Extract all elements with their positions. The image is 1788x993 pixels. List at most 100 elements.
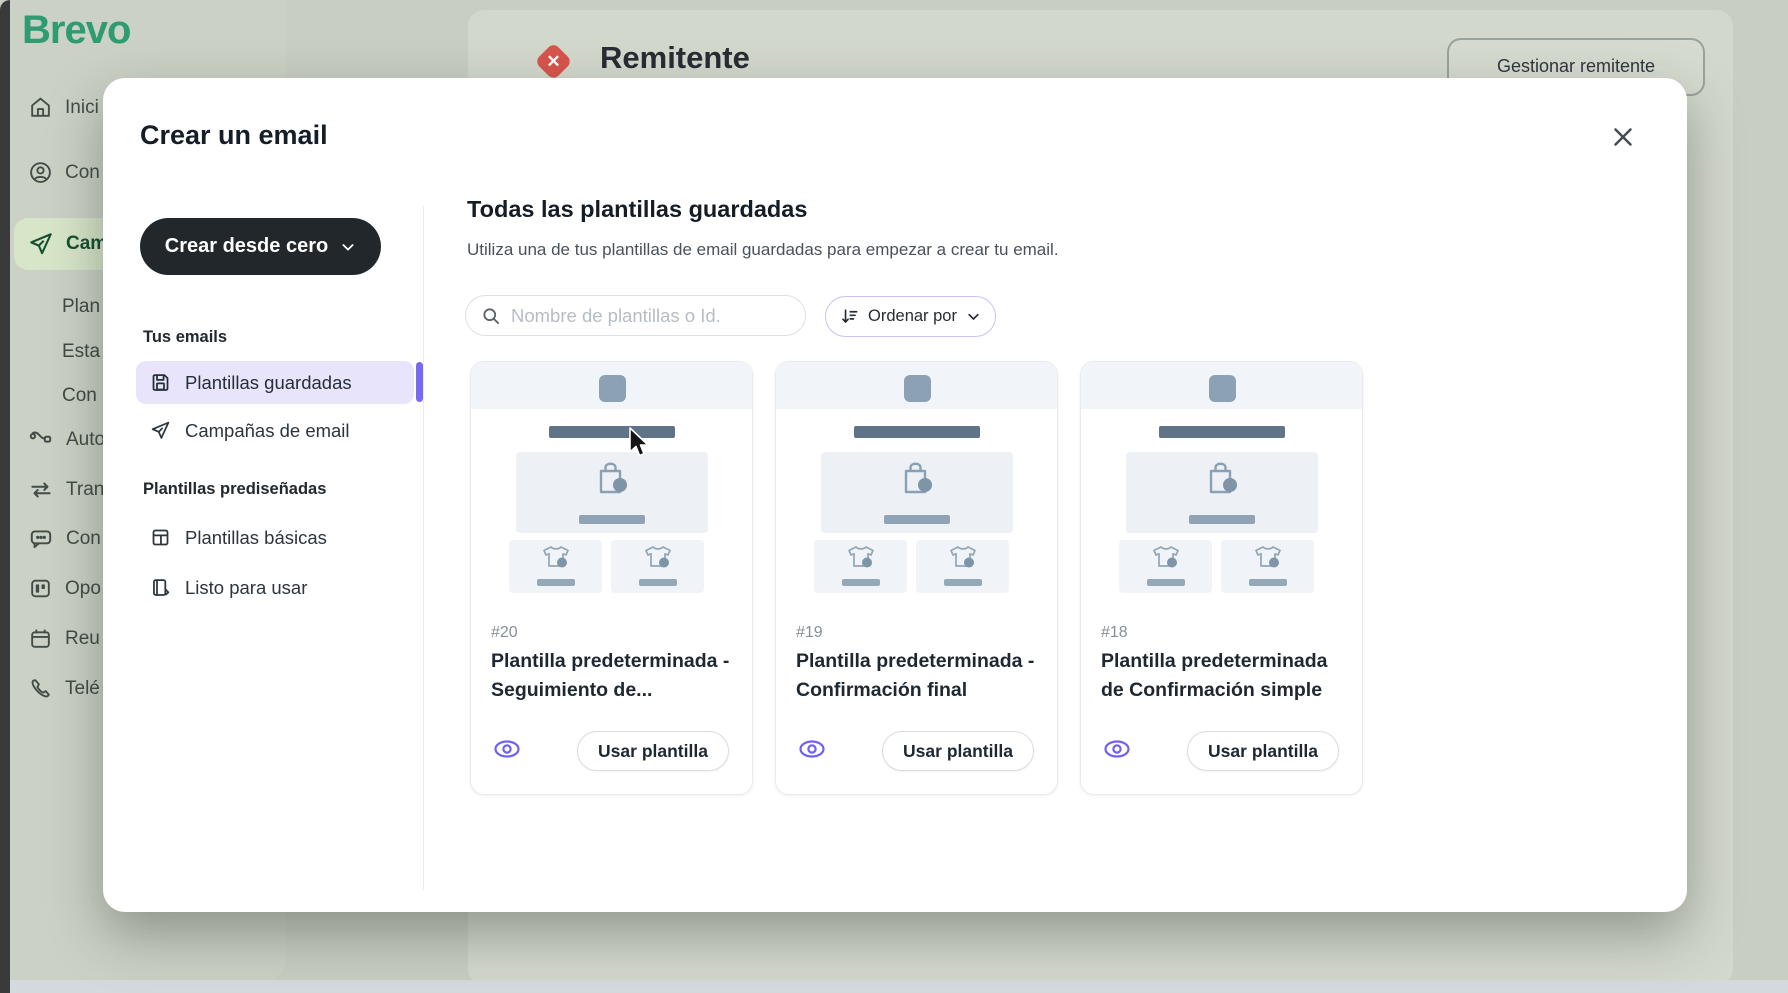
sidebar-item-telefono[interactable]: Telé bbox=[28, 676, 100, 701]
shopping-bag-icon bbox=[599, 462, 627, 494]
chevron-down-icon bbox=[968, 313, 979, 320]
template-card[interactable]: #18 Plantilla predeterminada de Confirma… bbox=[1080, 361, 1363, 795]
contacts-icon bbox=[30, 162, 51, 183]
brevo-logo[interactable]: Brevo bbox=[22, 8, 131, 53]
panel-item-label: Plantillas básicas bbox=[185, 526, 327, 548]
content-subheading: Utiliza una de tus plantillas de email g… bbox=[467, 240, 1059, 259]
sidebar-item-automatizaciones[interactable]: Auto bbox=[28, 427, 105, 453]
section-heading-tus-emails: Tus emails bbox=[143, 328, 228, 346]
chevron-down-icon bbox=[342, 243, 354, 251]
window-frame-edge bbox=[0, 0, 10, 993]
tshirt-icon bbox=[847, 546, 874, 568]
deals-icon bbox=[31, 579, 50, 598]
sidebar-item-conversaciones[interactable]: Con bbox=[28, 526, 101, 552]
sidebar-item-label: Tran bbox=[66, 479, 105, 500]
template-card[interactable]: #19 Plantilla predeterminada - Confirmac… bbox=[775, 361, 1058, 795]
sidebar-item-label: Opo bbox=[65, 577, 101, 599]
tshirt-icon bbox=[1254, 546, 1281, 568]
thumbnail-caption-bar bbox=[883, 515, 950, 524]
thumbnail-caption-bar bbox=[578, 515, 645, 524]
sidebar-item-contactos[interactable]: Con bbox=[28, 160, 100, 185]
thumbnail-header bbox=[1081, 362, 1362, 409]
saved-template-icon bbox=[152, 374, 169, 391]
sidebar-subitem-plantillas[interactable]: Plan bbox=[62, 296, 100, 318]
preview-eye-button[interactable] bbox=[1103, 738, 1133, 764]
sort-by-button[interactable]: Ordenar por bbox=[825, 296, 996, 337]
use-template-button[interactable]: Usar plantilla bbox=[577, 731, 729, 771]
ready-to-use-icon bbox=[153, 579, 170, 596]
thumbnail-logo-block bbox=[1208, 375, 1236, 402]
create-email-modal: Crear un email Crear desde cero Tus emai… bbox=[103, 78, 1687, 912]
sort-icon bbox=[842, 309, 858, 323]
template-search[interactable] bbox=[465, 295, 806, 336]
panel-item-campanas-de-email[interactable]: Campañas de email bbox=[136, 409, 414, 452]
sidebar-subitem-estadisticas[interactable]: Esta bbox=[62, 341, 100, 363]
send-icon bbox=[30, 233, 52, 255]
search-input[interactable] bbox=[511, 304, 781, 327]
panel-item-label: Plantillas guardadas bbox=[185, 371, 352, 393]
close-button[interactable] bbox=[1608, 122, 1642, 156]
thumbnail-caption-bar bbox=[1248, 579, 1287, 586]
close-icon bbox=[1614, 128, 1632, 146]
template-title: Plantilla predeterminada - Confirmación … bbox=[796, 650, 1035, 701]
sidebar-item-label: Inici bbox=[65, 96, 99, 118]
shopping-bag-icon bbox=[904, 462, 932, 494]
panel-item-listo-para-usar[interactable]: Listo para usar bbox=[136, 566, 414, 609]
error-icon: ✕ bbox=[534, 42, 573, 81]
use-template-button[interactable]: Usar plantilla bbox=[882, 731, 1034, 771]
thumbnail-caption-bar bbox=[1188, 515, 1255, 524]
sidebar-item-reuniones[interactable]: Reu bbox=[28, 626, 100, 651]
section-heading-plantillas-predisenadas: Plantillas prediseñadas bbox=[143, 480, 327, 498]
thumbnail-logo-block bbox=[903, 375, 931, 402]
create-from-scratch-label: Crear desde cero bbox=[164, 235, 329, 257]
shopping-bag-icon bbox=[1209, 462, 1237, 494]
content-heading: Todas las plantillas guardadas bbox=[467, 196, 808, 222]
transactional-icon bbox=[31, 482, 51, 498]
template-title: Plantilla predeterminada de Confirmación… bbox=[1101, 650, 1328, 701]
thumbnail-caption-bar bbox=[1146, 579, 1185, 586]
panel-item-plantillas-basicas[interactable]: Plantillas básicas bbox=[136, 516, 414, 559]
thumbnail-logo-block bbox=[598, 375, 626, 402]
thumbnail-product-block bbox=[509, 540, 602, 593]
template-id: #20 bbox=[491, 624, 518, 641]
sidebar-item-label: Reu bbox=[65, 627, 100, 649]
sidebar-item-label: Telé bbox=[65, 677, 100, 699]
thumbnail-product-block bbox=[1221, 540, 1314, 593]
sort-by-label: Ordenar por bbox=[868, 307, 957, 325]
thumbnail-caption-bar bbox=[638, 579, 677, 586]
eye-icon bbox=[1104, 740, 1130, 758]
thumbnail-title-bar bbox=[548, 426, 675, 438]
panel-item-label: Listo para usar bbox=[185, 576, 308, 598]
home-icon bbox=[31, 97, 50, 117]
thumbnail-title-bar bbox=[1158, 426, 1285, 438]
template-title: Plantilla predeterminada - Seguimiento d… bbox=[491, 650, 730, 701]
thumbnail-product-block bbox=[1119, 540, 1212, 593]
thumbnail-hero-block bbox=[1125, 452, 1318, 533]
template-card[interactable]: #20 Plantilla predeterminada - Seguimien… bbox=[470, 361, 753, 795]
panel-item-plantillas-guardadas[interactable]: Plantillas guardadas bbox=[136, 361, 414, 404]
thumbnail-header bbox=[776, 362, 1057, 409]
tshirt-icon bbox=[542, 546, 569, 568]
sidebar-item-oportunidades[interactable]: Opo bbox=[28, 576, 101, 601]
screen: Brevo Inici Con Cam Plan Esta Con Auto T… bbox=[0, 0, 1788, 993]
calendar-icon bbox=[31, 629, 50, 648]
create-from-scratch-button[interactable]: Crear desde cero bbox=[140, 218, 381, 275]
sidebar-subitem-configuracion[interactable]: Con bbox=[62, 385, 97, 407]
selected-indicator-bar bbox=[416, 362, 423, 402]
thumbnail-header bbox=[471, 362, 752, 409]
thumbnail-caption-bar bbox=[841, 579, 880, 586]
eye-icon bbox=[799, 740, 825, 758]
thumbnail-product-block bbox=[611, 540, 704, 593]
sidebar-item-transaccional[interactable]: Tran bbox=[28, 477, 104, 503]
sidebar-item-campanas[interactable]: Cam bbox=[28, 231, 107, 257]
preview-eye-button[interactable] bbox=[493, 738, 523, 764]
thumbnail-title-bar bbox=[853, 426, 980, 438]
sidebar-item-inicio[interactable]: Inici bbox=[28, 95, 99, 120]
template-id: #18 bbox=[1101, 624, 1128, 641]
tshirt-icon bbox=[1152, 546, 1179, 568]
preview-eye-button[interactable] bbox=[798, 738, 828, 764]
panel-item-label: Campañas de email bbox=[185, 419, 350, 441]
phone-icon bbox=[31, 679, 50, 698]
use-template-button[interactable]: Usar plantilla bbox=[1187, 731, 1339, 771]
sidebar-item-label: Auto bbox=[66, 429, 106, 450]
